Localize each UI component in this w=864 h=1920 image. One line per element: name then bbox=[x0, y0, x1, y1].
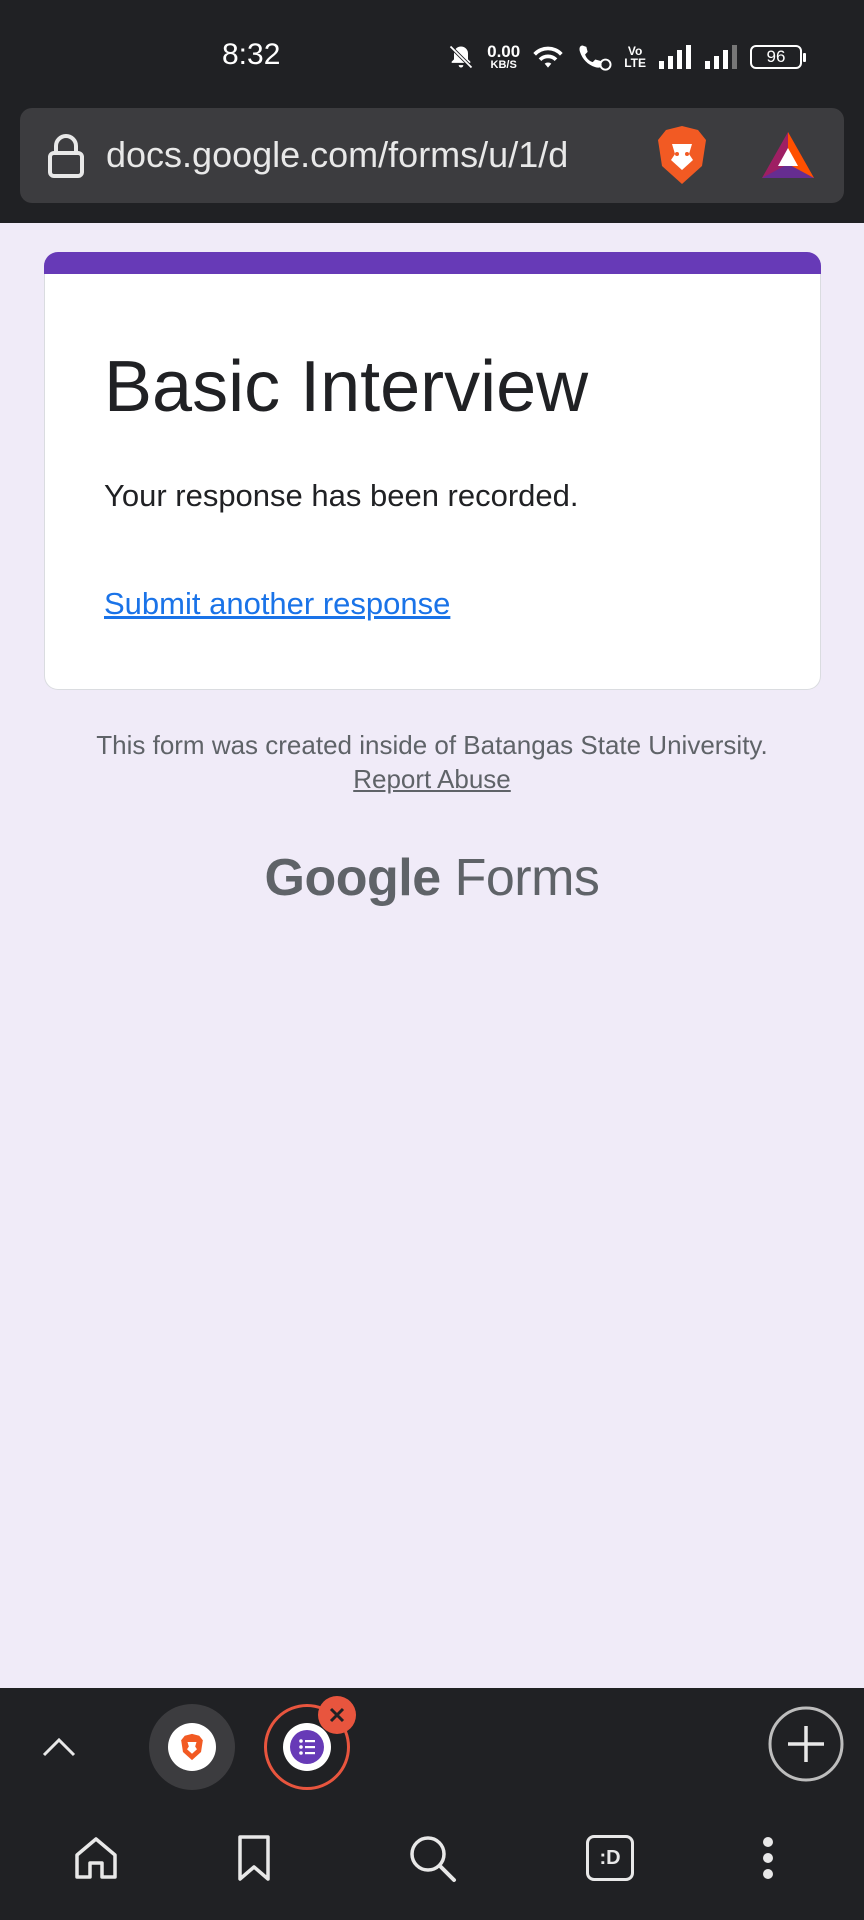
tab-favicon-container bbox=[168, 1723, 216, 1771]
wifi-calling-icon bbox=[579, 45, 612, 71]
search-button[interactable] bbox=[404, 1830, 460, 1886]
bookmark-icon bbox=[238, 1835, 270, 1881]
report-abuse-link[interactable]: Report Abuse bbox=[353, 764, 511, 794]
bookmarks-button[interactable] bbox=[226, 1830, 282, 1886]
wifi-icon bbox=[533, 46, 563, 68]
bottom-navigation: :D bbox=[0, 1806, 864, 1920]
brand-google: Google bbox=[264, 849, 442, 907]
submit-another-response-link[interactable]: Submit another response bbox=[104, 586, 450, 622]
expand-tabs-button[interactable] bbox=[34, 1722, 84, 1772]
address-bar[interactable]: docs.google.com/forms/u/1/d bbox=[20, 108, 844, 203]
google-forms-logo[interactable]: Google Forms bbox=[0, 848, 864, 908]
browser-bottom-bar: :D bbox=[0, 1688, 864, 1920]
new-tab-button[interactable] bbox=[766, 1704, 846, 1784]
brave-shield-icon[interactable] bbox=[654, 124, 710, 186]
tab-switcher-label: :D bbox=[586, 1835, 634, 1881]
browser-toolbar: docs.google.com/forms/u/1/d bbox=[0, 108, 864, 223]
close-icon bbox=[329, 1707, 345, 1723]
status-icons: 0.00 KB/S Vo LTE 96 bbox=[447, 40, 806, 74]
lock-icon[interactable] bbox=[46, 133, 86, 179]
tab-favicon-container-active bbox=[283, 1723, 331, 1771]
close-tab-button[interactable] bbox=[318, 1696, 356, 1734]
status-bar: 8:32 0.00 KB/S Vo LTE 96 bbox=[0, 0, 864, 108]
signal-icon bbox=[659, 45, 691, 69]
volte-bottom: LTE bbox=[624, 56, 646, 70]
network-speed-unit: KB/S bbox=[490, 59, 517, 71]
battery-indicator: 96 bbox=[750, 45, 806, 69]
tab-thumbnail-brave[interactable] bbox=[149, 1704, 235, 1790]
menu-button[interactable] bbox=[740, 1830, 796, 1886]
network-speed: 0.00 KB/S bbox=[487, 43, 520, 71]
confirmation-message: Your response has been recorded. bbox=[104, 478, 579, 513]
search-icon bbox=[410, 1836, 456, 1882]
brand-forms: Forms bbox=[454, 849, 600, 907]
volte-indicator: Vo LTE bbox=[624, 45, 646, 69]
network-speed-value: 0.00 bbox=[487, 42, 521, 61]
forms-favicon-icon bbox=[290, 1730, 324, 1764]
bat-rewards-icon[interactable] bbox=[760, 130, 816, 180]
status-time: 8:32 bbox=[222, 38, 281, 71]
footer-note: This form was created inside of Batangas… bbox=[60, 728, 804, 796]
home-icon bbox=[75, 1837, 117, 1879]
signal-secondary-icon bbox=[705, 45, 737, 69]
home-button[interactable] bbox=[68, 1830, 124, 1886]
chevron-up-icon bbox=[42, 1737, 76, 1757]
tab-strip bbox=[0, 1688, 864, 1806]
more-vertical-icon bbox=[763, 1837, 773, 1879]
form-title: Basic Interview bbox=[104, 347, 589, 427]
plus-circle-icon bbox=[768, 1706, 844, 1782]
tab-switcher-button[interactable]: :D bbox=[582, 1830, 638, 1886]
footer-note-text: This form was created inside of Batangas… bbox=[96, 730, 768, 760]
bell-muted-icon bbox=[449, 45, 473, 69]
url-text[interactable]: docs.google.com/forms/u/1/d bbox=[106, 134, 651, 176]
brave-favicon-icon bbox=[181, 1733, 203, 1761]
form-card: Basic Interview Your response has been r… bbox=[44, 274, 821, 690]
